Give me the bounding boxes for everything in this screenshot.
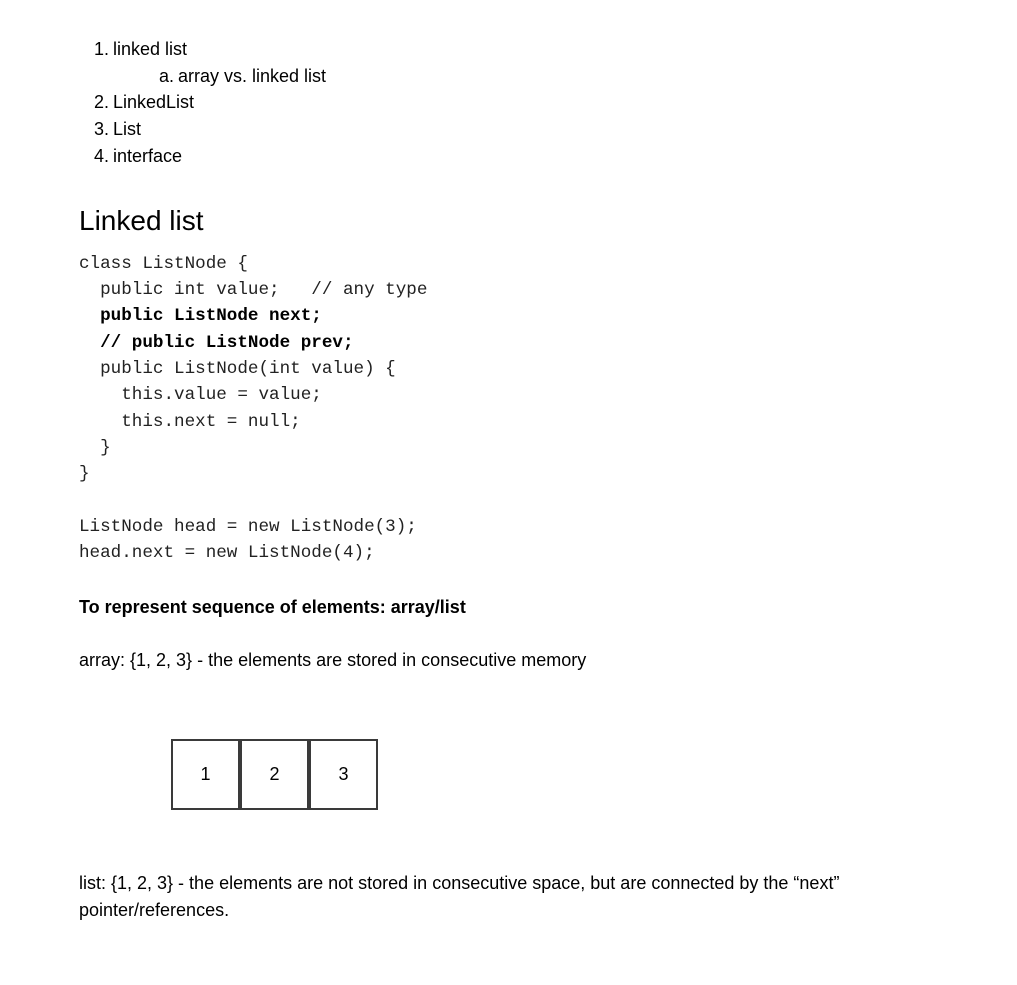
code-line: this.next = null; bbox=[79, 412, 301, 432]
code-line: } bbox=[79, 464, 90, 484]
outline-text: LinkedList bbox=[113, 92, 195, 112]
outline-text: linked list bbox=[113, 39, 188, 59]
section-heading: Linked list bbox=[79, 205, 204, 236]
code-line: ListNode head = new ListNode(3); bbox=[79, 517, 417, 537]
array-cell: 1 bbox=[171, 739, 240, 810]
outline-text: array vs. linked list bbox=[178, 66, 327, 86]
code-line: public int value; // any type bbox=[79, 280, 428, 300]
array-paragraph: array: {1, 2, 3} - the elements are stor… bbox=[79, 650, 587, 670]
code-line: class ListNode { bbox=[79, 254, 248, 274]
code-line: public ListNode(int value) { bbox=[79, 359, 396, 379]
code-line-bold: public ListNode next; bbox=[79, 306, 322, 326]
outline-text: List bbox=[113, 119, 142, 139]
code-line: } bbox=[79, 438, 111, 458]
code-line-bold: // public ListNode prev; bbox=[79, 333, 354, 353]
document-page: 1. linked list a. array vs. linked list … bbox=[0, 0, 1017, 985]
outline-number: 4. bbox=[93, 146, 109, 166]
code-line: this.value = value; bbox=[79, 385, 322, 405]
outline-number: 1. bbox=[93, 39, 109, 59]
subheading: To represent sequence of elements: array… bbox=[79, 597, 466, 617]
code-line: head.next = new ListNode(4); bbox=[79, 543, 375, 563]
outline-number: 3. bbox=[93, 119, 109, 139]
outline-text: interface bbox=[113, 146, 183, 166]
array-cell: 2 bbox=[240, 739, 309, 810]
list-paragraph: list: {1, 2, 3} - the elements are not s… bbox=[79, 873, 840, 920]
outline-number: a. bbox=[158, 66, 174, 86]
outline-number: 2. bbox=[93, 92, 109, 112]
array-cell: 3 bbox=[309, 739, 378, 810]
array-diagram: 1 2 3 bbox=[171, 739, 380, 810]
